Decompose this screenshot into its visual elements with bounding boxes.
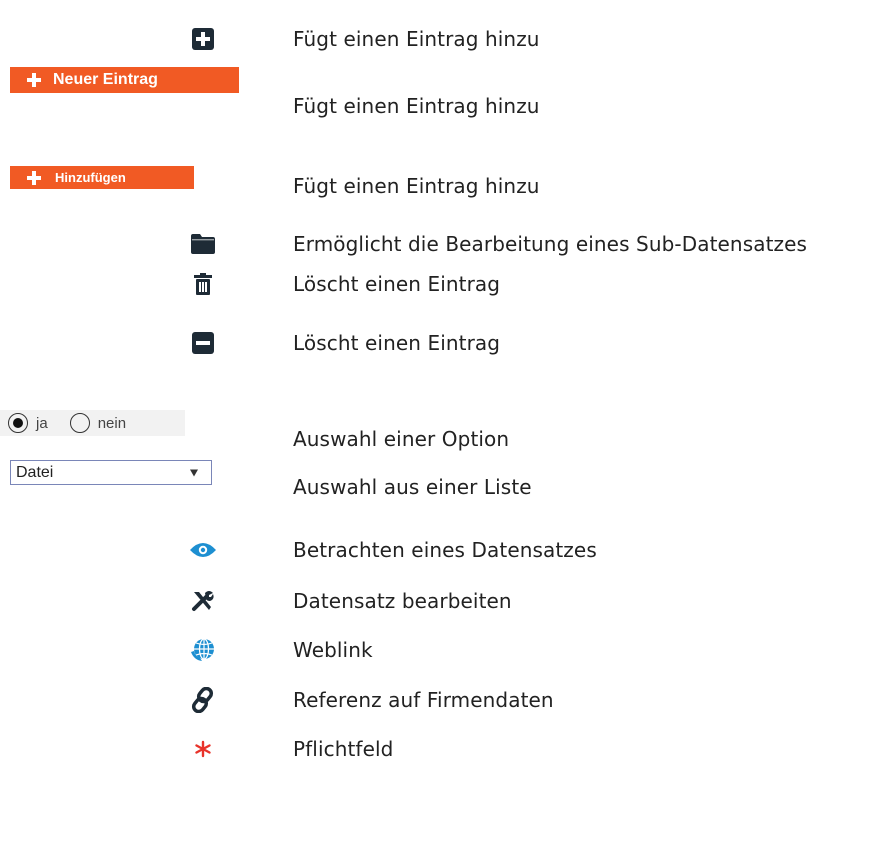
legend-description: Löscht einen Eintrag [293,331,501,355]
folder-icon[interactable] [191,234,215,254]
legend-description: Pflichtfeld [293,737,394,761]
trash-icon[interactable] [194,273,212,295]
legend-description: Fügt einen Eintrag hinzu [293,174,540,198]
legend-row: Löscht einen Eintrag [0,323,894,363]
legend-row: Fügt einen Eintrag hinzu [0,86,894,126]
legend-row: Pflichtfeld [0,729,894,769]
plus-icon [27,73,41,87]
legend-row: Ermöglicht die Bearbeitung eines Sub-Dat… [0,224,894,264]
legend-row: Auswahl einer Option [0,419,894,459]
minus-square-icon[interactable] [192,332,214,354]
legend-row: Referenz auf Firmendaten [0,680,894,720]
legend-description: Auswahl aus einer Liste [293,475,532,499]
legend-description: Löscht einen Eintrag [293,272,501,296]
legend-description: Betrachten eines Datensatzes [293,538,597,562]
legend-row: Betrachten eines Datensatzes [0,530,894,570]
legend-description: Ermöglicht die Bearbeitung eines Sub-Dat… [293,232,808,256]
legend-row: Datensatz bearbeiten [0,581,894,621]
legend-row: Löscht einen Eintrag [0,264,894,304]
legend-row: Fügt einen Eintrag hinzu [0,166,894,206]
globe-icon[interactable] [190,638,216,662]
link-icon[interactable] [191,687,215,713]
legend-row: Fügt einen Eintrag hinzu [0,19,894,59]
legend-row: Weblink [0,630,894,670]
plus-square-icon[interactable] [192,28,214,50]
eye-icon[interactable] [190,542,216,558]
legend-description: Weblink [293,638,373,662]
legend-description: Fügt einen Eintrag hinzu [293,94,540,118]
legend-description: Referenz auf Firmendaten [293,688,554,712]
tools-icon[interactable] [191,589,215,613]
asterisk-icon [194,740,212,758]
legend-row: Auswahl aus einer Liste [0,467,894,507]
legend-description: Datensatz bearbeiten [293,589,512,613]
legend-description: Fügt einen Eintrag hinzu [293,27,540,51]
legend-description: Auswahl einer Option [293,427,510,451]
